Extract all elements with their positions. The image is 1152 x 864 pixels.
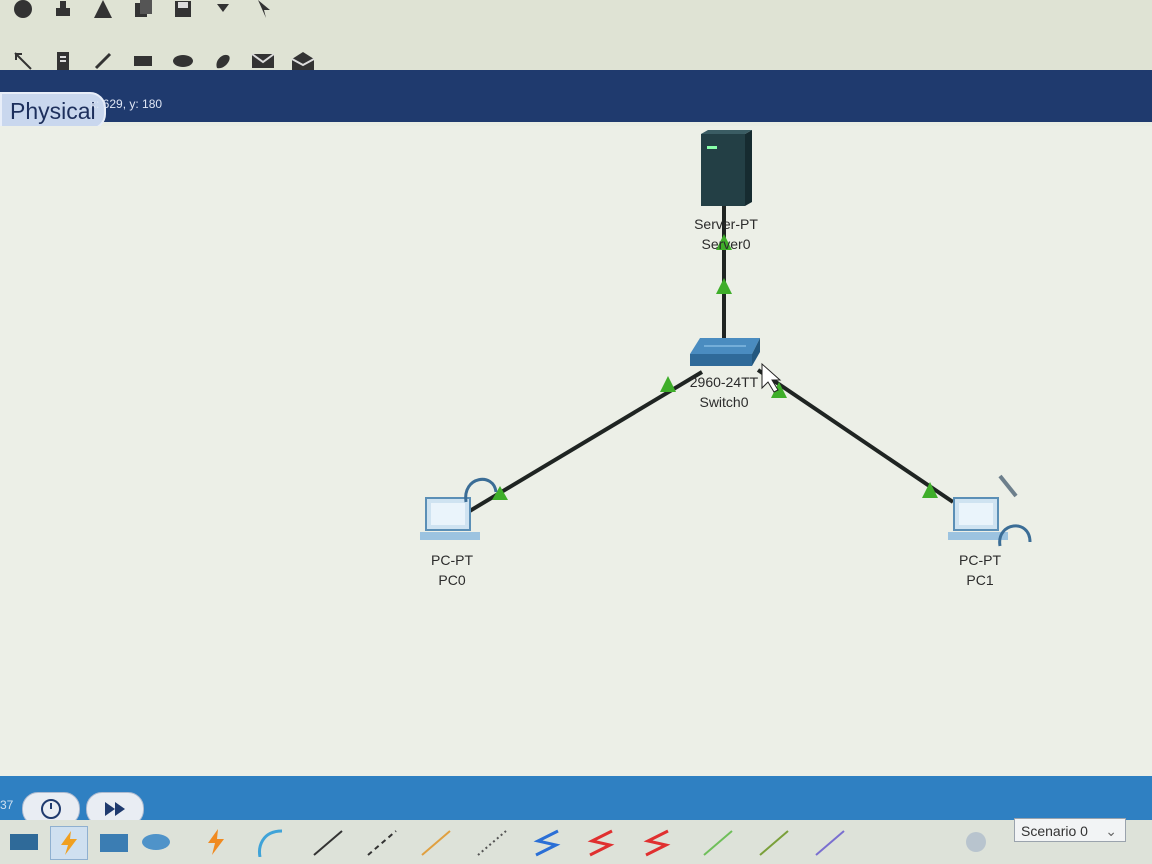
wireless-icon[interactable] — [812, 826, 848, 858]
pc1-name: PC1 — [966, 572, 994, 588]
freeform-icon[interactable] — [210, 50, 236, 72]
console-cable-icon[interactable] — [252, 826, 288, 858]
pc1-model: PC-PT — [959, 552, 1001, 568]
server-name: Server0 — [701, 236, 751, 252]
workspace-header-bar — [0, 70, 1152, 122]
line-icon[interactable] — [90, 50, 116, 72]
pc0-label: PC-PT PC0 — [392, 550, 512, 590]
link-status-server-switch-end — [716, 278, 732, 294]
simulation-bar — [0, 776, 1152, 820]
text-icon[interactable] — [90, 0, 116, 20]
rectangle-icon[interactable] — [130, 50, 156, 72]
usb-icon[interactable] — [700, 826, 736, 858]
circle-icon[interactable] — [10, 0, 36, 20]
pc0-name: PC0 — [438, 572, 466, 588]
devices-icon[interactable] — [6, 826, 42, 858]
server-icon — [701, 130, 752, 206]
switch-model: 2960-24TT — [689, 374, 759, 390]
fast-forward-icon — [105, 802, 125, 816]
crossover-cable-icon[interactable] — [364, 826, 400, 858]
server-model: Server-PT — [694, 216, 758, 232]
clock-icon — [41, 799, 61, 819]
scenario-select[interactable]: Scenario 0 ⌄ — [1014, 818, 1126, 842]
scenario-value: Scenario 0 — [1021, 823, 1088, 839]
topology-drawing — [420, 130, 1032, 547]
pointer-icon[interactable] — [250, 0, 276, 20]
lightning-icon[interactable] — [198, 826, 234, 858]
switch-icon — [690, 338, 760, 366]
straight-cable-icon[interactable] — [310, 826, 346, 858]
note-icon[interactable] — [50, 50, 76, 72]
server-label: Server-PT Server0 — [666, 214, 786, 254]
cloud-icon[interactable] — [138, 826, 174, 858]
pc1-icon — [948, 474, 1032, 547]
folder-icon[interactable] — [96, 826, 132, 858]
octal-icon[interactable] — [640, 826, 676, 858]
simple-pdu-icon[interactable] — [250, 50, 276, 72]
link-pc1-switch — [756, 368, 955, 504]
time-counter: 37 — [0, 798, 14, 812]
fiber-icon[interactable] — [418, 826, 454, 858]
info-icon[interactable] — [958, 826, 994, 858]
connections-icon[interactable] — [50, 826, 88, 860]
pc0-model: PC-PT — [431, 552, 473, 568]
main-toolbar — [0, 0, 1152, 71]
switch-label: 2960-24TT Switch0 — [664, 372, 784, 412]
copy-icon[interactable] — [130, 0, 156, 20]
toolbar-row-1 — [0, 0, 276, 24]
chevron-down-icon: ⌄ — [1105, 823, 1117, 839]
ellipse-icon[interactable] — [170, 50, 196, 72]
pc0-icon — [420, 477, 498, 540]
pc1-label: PC-PT PC1 — [920, 550, 1040, 590]
switch-name: Switch0 — [699, 394, 749, 410]
stamp-icon[interactable] — [50, 0, 76, 20]
dropdown-icon[interactable] — [210, 0, 236, 20]
serial-dte-icon[interactable] — [584, 826, 620, 858]
phone-cable-icon[interactable] — [474, 826, 510, 858]
serial-dce-icon[interactable] — [530, 826, 566, 858]
select-icon[interactable] — [10, 50, 36, 72]
coaxial-icon[interactable] — [756, 826, 792, 858]
topology-canvas[interactable]: Server-PT Server0 2960-24TT Switch0 PC-P… — [0, 126, 1152, 776]
cursor-coordinates: x: 629, y: 180 — [90, 97, 163, 111]
complex-pdu-icon[interactable] — [290, 50, 316, 72]
save-icon[interactable] — [170, 0, 196, 20]
